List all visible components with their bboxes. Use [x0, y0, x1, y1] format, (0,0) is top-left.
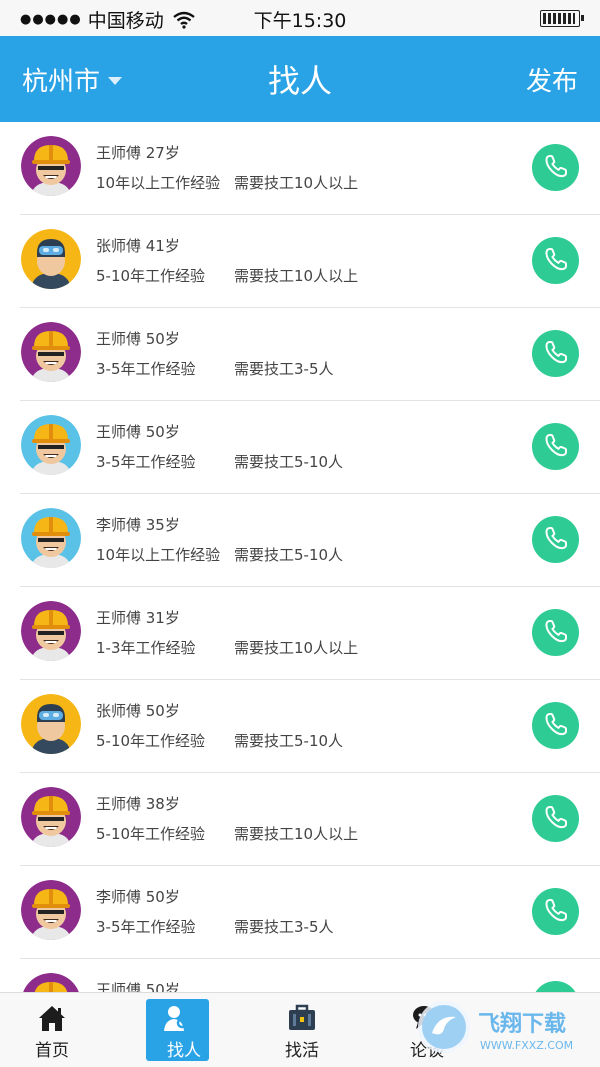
worker-experience: 3-5年工作经验	[96, 918, 196, 936]
worker-experience: 3-5年工作经验	[96, 453, 196, 471]
worker-experience: 10年以上工作经验	[96, 546, 221, 564]
worker-row[interactable]: 王师傅 38岁 5-10年工作经验 需要技工10人以上	[0, 773, 600, 866]
status-time: 下午15:30	[253, 10, 347, 32]
worker-row[interactable]: 王师傅 50岁 3-5年工作经验 需要技工3-5人	[0, 308, 600, 401]
worker-name-age: 张师傅 41岁	[96, 237, 180, 255]
call-button[interactable]	[532, 609, 579, 656]
worker-avatar	[21, 787, 81, 847]
nav-bar: 杭州市 找人 发布	[0, 36, 600, 122]
worker-name-age: 李师傅 50岁	[96, 888, 180, 906]
worker-list[interactable]: 王师傅 27岁 10年以上工作经验 需要技工10人以上 张师傅 41岁 5-10年工作…	[0, 122, 600, 992]
worker-need: 需要技工5-10人	[234, 732, 344, 750]
watermark-logo: 飞翔下载 WWW.FXXZ.COM	[418, 1001, 573, 1053]
phone-icon	[543, 618, 569, 648]
worker-row[interactable]: 王师傅 50岁	[0, 959, 600, 992]
worker-avatar	[21, 136, 81, 196]
tab-find-people[interactable]: 找人	[145, 993, 235, 1067]
worker-avatar	[21, 415, 81, 475]
tab-find-work-label: 找活	[285, 1041, 319, 1061]
worker-experience: 5-10年工作经验	[96, 732, 206, 750]
worker-experience: 10年以上工作经验	[96, 174, 221, 192]
worker-experience: 3-5年工作经验	[96, 360, 196, 378]
worker-need: 需要技工5-10人	[234, 546, 344, 564]
worker-need: 需要技工3-5人	[234, 918, 334, 936]
worker-name-age: 王师傅 31岁	[96, 609, 180, 627]
worker-need: 需要技工10人以上	[234, 174, 359, 192]
worker-name-age: 王师傅 50岁	[96, 330, 180, 348]
status-bar: ●●●●● 中国移动 下午15:30	[0, 0, 600, 36]
phone-icon	[543, 525, 569, 555]
worker-avatar	[21, 880, 81, 940]
call-button[interactable]	[532, 144, 579, 191]
worker-need: 需要技工10人以上	[234, 267, 359, 285]
worker-experience: 5-10年工作经验	[96, 267, 206, 285]
call-button[interactable]	[532, 795, 579, 842]
worker-row[interactable]: 王师傅 31岁 1-3年工作经验 需要技工10人以上	[0, 587, 600, 680]
tab-find-work[interactable]: 找活	[257, 993, 347, 1067]
phone-icon	[543, 804, 569, 834]
worker-need: 需要技工10人以上	[234, 825, 359, 843]
phone-icon	[543, 711, 569, 741]
worker-avatar	[21, 973, 81, 992]
worker-need: 需要技工5-10人	[234, 453, 344, 471]
worker-name-age: 张师傅 50岁	[96, 702, 180, 720]
phone-icon	[543, 153, 569, 183]
phone-icon	[543, 339, 569, 369]
worker-name-age: 王师傅 38岁	[96, 795, 180, 813]
worker-avatar	[21, 508, 81, 568]
worker-row[interactable]: 李师傅 35岁 10年以上工作经验 需要技工5-10人	[0, 494, 600, 587]
worker-row[interactable]: 王师傅 27岁 10年以上工作经验 需要技工10人以上	[0, 122, 600, 215]
worker-row[interactable]: 张师傅 41岁 5-10年工作经验 需要技工10人以上	[0, 215, 600, 308]
worker-name-age: 王师傅 50岁	[96, 423, 180, 441]
page-title: 找人	[267, 62, 332, 100]
worker-experience: 5-10年工作经验	[96, 825, 206, 843]
tab-find-people-label: 找人	[167, 1041, 201, 1061]
worker-avatar	[21, 229, 81, 289]
worker-row[interactable]: 李师傅 50岁 3-5年工作经验 需要技工3-5人	[0, 866, 600, 959]
call-button[interactable]	[532, 702, 579, 749]
call-button[interactable]	[532, 423, 579, 470]
phone-icon	[543, 432, 569, 462]
worker-row[interactable]: 张师傅 50岁 5-10年工作经验 需要技工5-10人	[0, 680, 600, 773]
worker-avatar	[21, 322, 81, 382]
tab-bar: 首页 找人 找活 论谈 飞翔下载 WWW.FXXZ.COM	[0, 992, 600, 1067]
home-icon	[39, 1006, 65, 1031]
tab-home[interactable]: 首页	[7, 993, 97, 1067]
call-button[interactable]	[532, 237, 579, 284]
worker-name-age: 王师傅 50岁	[96, 981, 180, 992]
worker-avatar	[21, 694, 81, 754]
briefcase-icon	[289, 1004, 315, 1030]
phone-icon	[543, 246, 569, 276]
call-button[interactable]	[532, 981, 579, 992]
worker-name-age: 王师傅 27岁	[96, 144, 180, 162]
worker-need: 需要技工10人以上	[234, 639, 359, 657]
watermark-text: 飞翔下载	[478, 1011, 566, 1037]
watermark-url: WWW.FXXZ.COM	[480, 1039, 573, 1052]
battery-icon	[540, 10, 584, 27]
call-button[interactable]	[532, 888, 579, 935]
worker-name-age: 李师傅 35岁	[96, 516, 180, 534]
tab-home-label: 首页	[35, 1041, 69, 1061]
worker-experience: 1-3年工作经验	[96, 639, 196, 657]
call-button[interactable]	[532, 330, 579, 377]
worker-avatar	[21, 601, 81, 661]
call-button[interactable]	[532, 516, 579, 563]
phone-icon	[543, 897, 569, 927]
worker-row[interactable]: 王师傅 50岁 3-5年工作经验 需要技工5-10人	[0, 401, 600, 494]
publish-button[interactable]: 发布	[526, 61, 578, 98]
person-search-icon	[164, 1006, 190, 1031]
worker-need: 需要技工3-5人	[234, 360, 334, 378]
